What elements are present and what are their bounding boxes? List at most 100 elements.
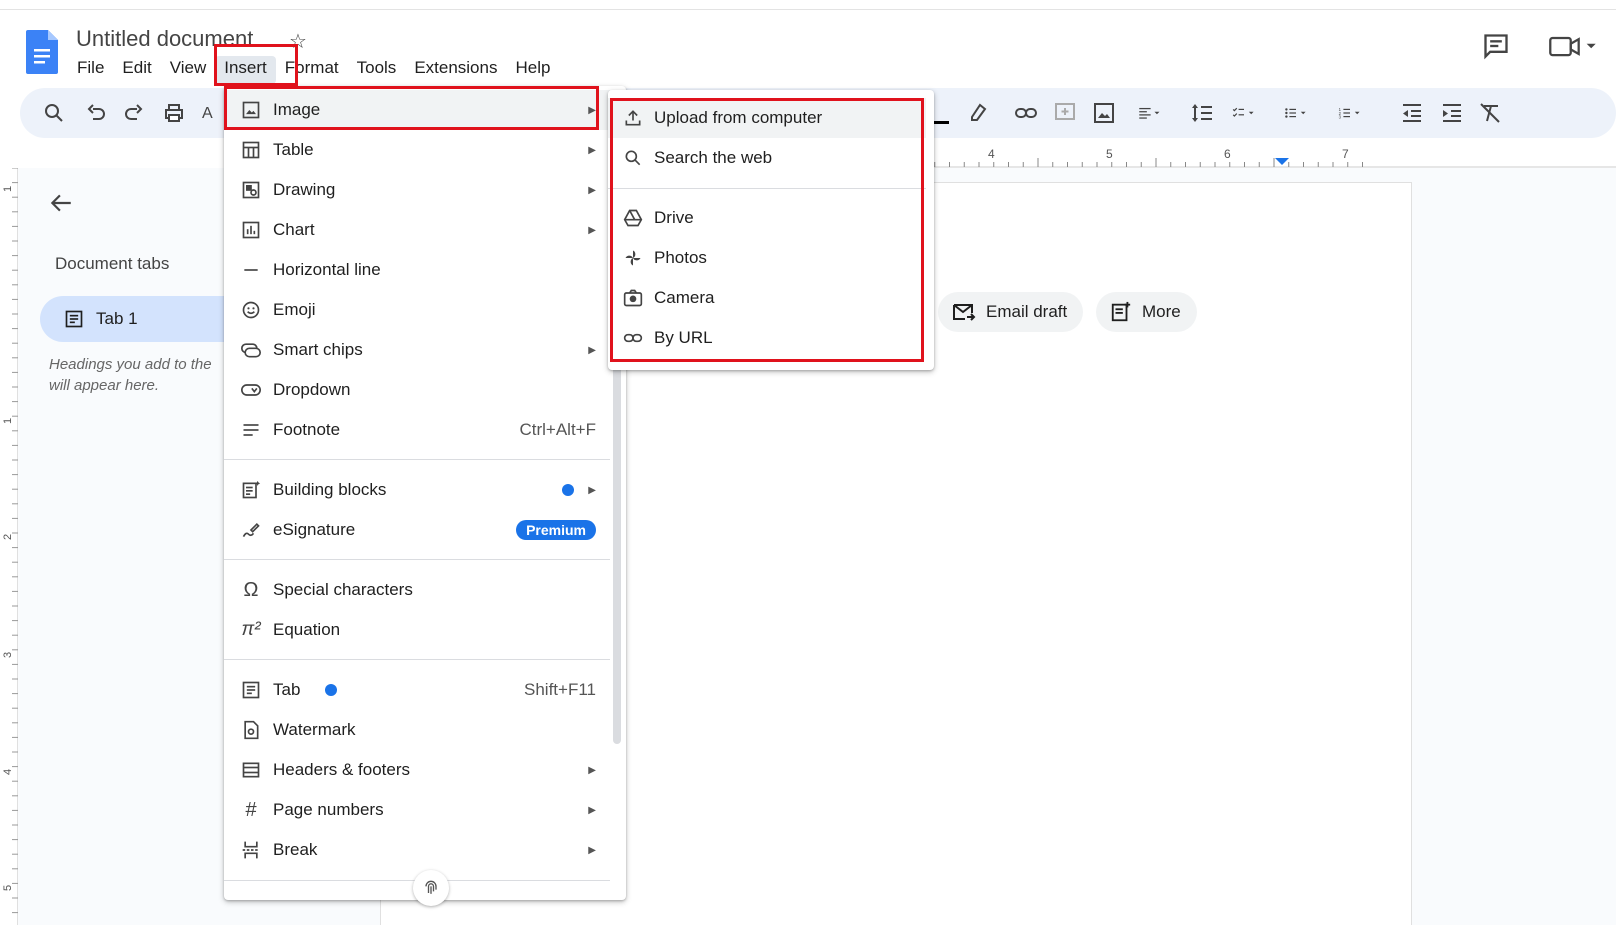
drive-icon (622, 207, 644, 229)
menu-item-tab[interactable]: Tab Shift+F11 (224, 670, 610, 710)
menu-file[interactable]: File (68, 56, 113, 84)
redo-icon[interactable] (122, 101, 146, 125)
more-chip[interactable]: More (1096, 292, 1197, 332)
search-icon[interactable] (42, 101, 66, 125)
right-indent-marker-icon[interactable] (1275, 158, 1289, 165)
dropdown-icon (240, 379, 262, 401)
meet-icon[interactable] (1548, 32, 1598, 60)
vruler-label: 1 (2, 418, 14, 424)
smart-chips-icon (240, 339, 262, 361)
back-arrow-icon[interactable] (48, 190, 74, 216)
premium-badge: Premium (516, 520, 596, 540)
highlight-icon[interactable] (966, 101, 990, 125)
bulleted-list-icon[interactable] (1284, 101, 1308, 125)
insert-image-icon[interactable] (1092, 101, 1116, 125)
submenu-item-camera[interactable]: Camera (608, 278, 926, 318)
menu-extensions[interactable]: Extensions (405, 56, 506, 84)
menu-item-emoji[interactable]: Emoji (224, 290, 610, 330)
menu-item-headers-footers[interactable]: Headers & footers ▶ (224, 750, 610, 790)
vruler-label: 1 (2, 186, 14, 192)
email-draft-chip[interactable]: Email draft (938, 292, 1084, 332)
insert-menu: Image ▶ Table ▶ Drawing ▶ Chart ▶ Horizo… (224, 86, 626, 900)
sidebar-tab-1[interactable]: Tab 1 (40, 296, 240, 342)
comments-icon[interactable] (1482, 32, 1510, 60)
horizontal-line-icon (240, 259, 262, 281)
watermark-icon (240, 719, 262, 741)
menu-item-horizontal-line[interactable]: Horizontal line (224, 250, 610, 290)
link-icon (622, 327, 644, 349)
tab-outline-hint: Headings you add to the will appear here… (49, 356, 212, 394)
submenu-arrow-icon: ▶ (588, 804, 596, 816)
image-icon (240, 99, 262, 121)
vertical-ruler[interactable]: 1 1 2 3 4 5 (0, 167, 18, 925)
pi-icon: π² (241, 619, 261, 640)
svg-text:A: A (202, 105, 213, 122)
menu-tools[interactable]: Tools (348, 56, 406, 84)
building-blocks-icon (240, 479, 262, 501)
top-divider (0, 9, 1616, 10)
link-icon[interactable] (1014, 101, 1038, 125)
increase-indent-icon[interactable] (1440, 101, 1464, 125)
submenu-arrow-icon: ▶ (588, 484, 596, 496)
footnote-icon (240, 419, 262, 441)
menu-item-equation[interactable]: π² Equation (224, 610, 610, 650)
print-icon[interactable] (162, 101, 186, 125)
submenu-item-upload[interactable]: Upload from computer (608, 98, 926, 138)
table-icon (240, 139, 262, 161)
undo-icon[interactable] (84, 101, 108, 125)
add-comment-icon[interactable] (1053, 101, 1077, 125)
align-icon[interactable] (1138, 101, 1162, 125)
menu-format[interactable]: Format (276, 56, 348, 84)
more-label: More (1142, 302, 1181, 321)
shortcut-text: Ctrl+Alt+F (519, 420, 596, 439)
hash-icon: # (245, 798, 257, 821)
ruler-label: 6 (1224, 147, 1231, 161)
menu-item-page-numbers[interactable]: # Page numbers ▶ (224, 790, 610, 830)
spellcheck-icon[interactable]: A (200, 101, 224, 125)
headers-footers-icon (240, 759, 262, 781)
submenu-item-drive[interactable]: Drive (608, 198, 926, 238)
star-icon[interactable]: ☆ (289, 29, 307, 54)
document-title[interactable]: Untitled document (76, 26, 253, 52)
checklist-icon[interactable] (1232, 101, 1256, 125)
menu-item-break[interactable]: Break ▶ (224, 830, 610, 870)
menu-item-watermark[interactable]: Watermark (224, 710, 610, 750)
submenu-arrow-icon: ▶ (588, 344, 596, 356)
submenu-item-photos[interactable]: Photos (608, 238, 926, 278)
vruler-label: 3 (2, 652, 14, 658)
clear-formatting-icon[interactable] (1478, 101, 1502, 125)
ruler-label: 7 (1342, 147, 1349, 161)
menu-scrollbar[interactable] (613, 330, 621, 744)
shortcut-text: Shift+F11 (524, 680, 596, 699)
menu-item-chart[interactable]: Chart ▶ (224, 210, 610, 250)
email-draft-label: Email draft (986, 302, 1068, 321)
menu-divider (224, 659, 610, 660)
menu-view[interactable]: View (161, 56, 216, 84)
menu-item-dropdown[interactable]: Dropdown (224, 370, 610, 410)
menu-item-table[interactable]: Table ▶ (224, 130, 610, 170)
menu-item-drawing[interactable]: Drawing ▶ (224, 170, 610, 210)
menu-item-building-blocks[interactable]: Building blocks ▶ (224, 470, 610, 510)
menu-item-image[interactable]: Image ▶ (224, 90, 610, 130)
document-icon (65, 310, 83, 328)
submenu-divider (608, 188, 926, 189)
vruler-label: 4 (2, 769, 14, 775)
line-spacing-icon[interactable] (1190, 101, 1214, 125)
docs-logo-icon[interactable] (26, 30, 58, 74)
numbered-list-icon[interactable]: 123 (1338, 101, 1362, 125)
break-icon (240, 839, 262, 861)
submenu-item-by-url[interactable]: By URL (608, 318, 926, 358)
decrease-indent-icon[interactable] (1400, 101, 1424, 125)
submenu-item-search-web[interactable]: Search the web (608, 138, 926, 178)
new-feature-dot (325, 684, 337, 696)
menu-edit[interactable]: Edit (113, 56, 160, 84)
menu-item-special-characters[interactable]: Ω Special characters (224, 570, 610, 610)
menu-item-footnote[interactable]: Footnote Ctrl+Alt+F (224, 410, 610, 450)
fingerprint-icon[interactable] (413, 870, 449, 906)
menu-item-esignature[interactable]: eSignature Premium (224, 510, 610, 550)
svg-text:3: 3 (1339, 114, 1342, 119)
chart-icon (240, 219, 262, 241)
menu-item-smart-chips[interactable]: Smart chips ▶ (224, 330, 610, 370)
menu-help[interactable]: Help (506, 56, 559, 84)
menu-insert[interactable]: Insert (215, 56, 276, 84)
